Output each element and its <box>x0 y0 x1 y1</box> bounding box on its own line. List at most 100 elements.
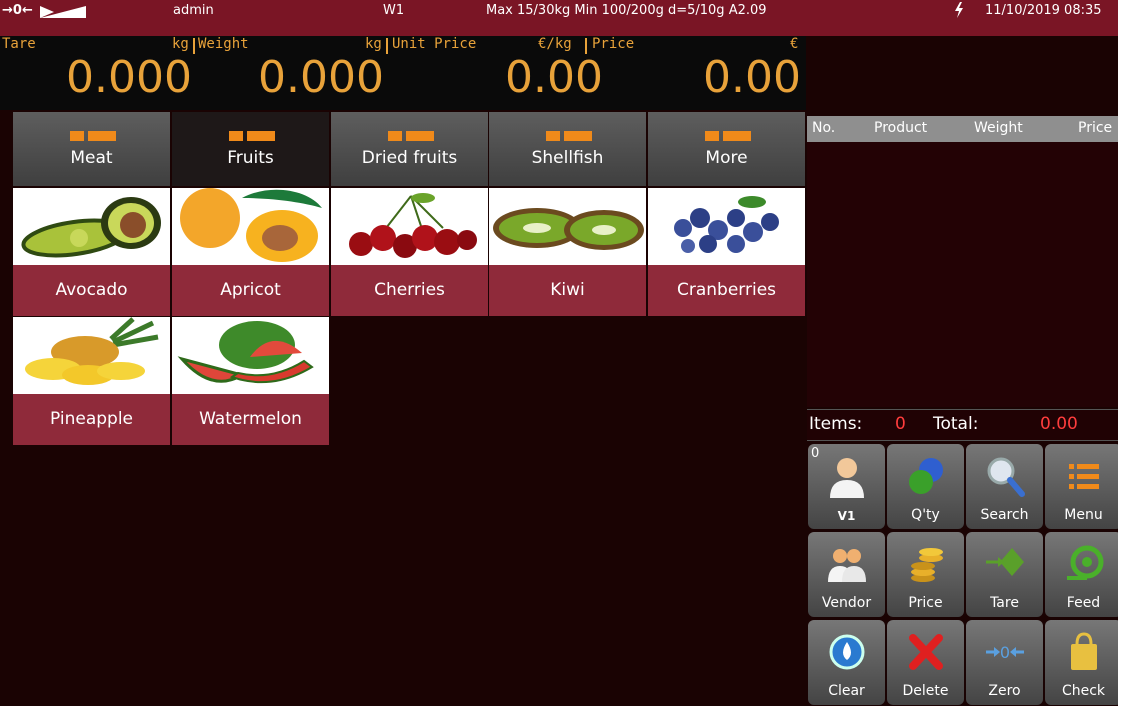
column-header: Price <box>1078 120 1113 136</box>
category-bars-icon <box>229 131 275 141</box>
weight-value: 0.000 <box>258 52 384 103</box>
category-label: Fruits <box>227 148 274 168</box>
category-bars-icon <box>388 131 434 141</box>
category-bars-icon <box>70 131 116 141</box>
stable-indicator-icon <box>40 6 86 18</box>
product-name: Kiwi <box>489 265 646 316</box>
items-count: 0 <box>895 414 906 434</box>
status-bar: →0← admin W1 Max 15/30kg Min 100/200g d=… <box>0 0 1121 36</box>
menu-button[interactable]: Menu <box>1045 444 1121 529</box>
clear-button[interactable]: Clear <box>808 620 885 705</box>
user-name: admin <box>173 3 214 18</box>
category-label: Shellfish <box>531 148 604 168</box>
vendor-v1-button[interactable]: 0 V1 <box>808 444 885 529</box>
product-tile-cranberries[interactable]: Cranberries <box>648 188 805 316</box>
product-tile-avocado[interactable]: Avocado <box>13 188 170 316</box>
category-bars-icon <box>705 131 751 141</box>
product-name: Apricot <box>172 265 329 316</box>
avocado-image <box>13 188 170 265</box>
category-tab-meat[interactable]: Meat <box>13 112 170 186</box>
unit-price-label: Unit Price <box>392 36 477 52</box>
order-table-header: No. Product Weight Price <box>807 116 1121 142</box>
quantity-button[interactable]: Q'ty <box>887 444 964 529</box>
key-label: Vendor <box>821 595 872 611</box>
coins-icon <box>911 548 943 582</box>
price-button[interactable]: Price <box>887 532 964 617</box>
column-header: Product <box>874 120 928 136</box>
unit-price-value: 0.00 <box>505 52 603 103</box>
key-label: Search <box>980 507 1029 523</box>
column-header: Weight <box>974 120 1023 136</box>
key-label: Zero <box>988 683 1021 699</box>
key-label: Menu <box>1064 507 1103 523</box>
tare-button[interactable]: Tare <box>966 532 1043 617</box>
vendor-button[interactable]: Vendor <box>808 532 885 617</box>
user-icon <box>830 458 864 498</box>
weight-label: Weight <box>198 36 249 52</box>
category-label: Meat <box>70 148 113 168</box>
category-tab-dried-fruits[interactable]: Dried fruits <box>331 112 488 186</box>
product-tile-pineapple[interactable]: Pineapple <box>13 317 170 445</box>
category-label: More <box>705 148 748 168</box>
product-tile-watermelon[interactable]: Watermelon <box>172 317 329 445</box>
watermelon-image <box>172 317 329 394</box>
quantity-icon <box>909 458 943 494</box>
product-tile-apricot[interactable]: Apricot <box>172 188 329 316</box>
product-name: Avocado <box>13 265 170 316</box>
cherries-image <box>331 188 488 265</box>
power-icon <box>955 2 963 18</box>
vendors-icon <box>828 549 866 582</box>
order-list[interactable] <box>807 142 1121 407</box>
feed-icon <box>1067 545 1104 580</box>
check-button[interactable]: Check <box>1045 620 1121 705</box>
vendor-badge: 0 <box>811 446 820 461</box>
zero-indicator: →0← <box>2 3 33 18</box>
category-tab-fruits[interactable]: Fruits <box>172 112 329 186</box>
product-name: Cranberries <box>648 265 805 316</box>
totals-bar: Items: 0 Total: 0.00 <box>807 409 1120 441</box>
key-label: Delete <box>902 683 949 699</box>
category-bars-icon <box>546 131 592 141</box>
category-tab-more[interactable]: More <box>648 112 805 186</box>
feed-button[interactable]: Feed <box>1045 532 1121 617</box>
key-label: Tare <box>990 595 1019 611</box>
key-label: Feed <box>1066 595 1101 611</box>
menu-icon <box>1069 464 1099 489</box>
kiwi-image <box>489 188 646 265</box>
delete-button[interactable]: Delete <box>887 620 964 705</box>
date-time: 11/10/2019 08:35 <box>985 3 1102 18</box>
product-name: Pineapple <box>13 394 170 445</box>
category-label: Dried fruits <box>361 148 458 168</box>
search-button[interactable]: Search <box>966 444 1043 529</box>
items-label: Items: <box>809 414 863 434</box>
pineapple-image <box>13 317 170 394</box>
search-icon <box>987 457 1025 497</box>
product-name: Watermelon <box>172 394 329 445</box>
weight-display: Tare kg Weight kg Unit Price €/kg Price … <box>0 36 806 110</box>
key-label: Price <box>908 595 943 611</box>
product-tile-kiwi[interactable]: Kiwi <box>489 188 646 316</box>
key-label: Q'ty <box>911 507 940 523</box>
total-label: Total: <box>933 414 979 434</box>
zero-icon: 0 <box>986 643 1024 662</box>
zero-button[interactable]: 0 Zero <box>966 620 1043 705</box>
category-tab-shellfish[interactable]: Shellfish <box>489 112 646 186</box>
product-name: Cherries <box>331 265 488 316</box>
column-header: No. <box>812 120 836 136</box>
total-value: 0.00 <box>1040 414 1078 434</box>
svg-text:0: 0 <box>1000 643 1010 662</box>
delete-icon <box>909 634 943 670</box>
price-value: 0.00 <box>703 52 801 103</box>
clear-icon <box>829 634 865 670</box>
tare-value: 0.000 <box>66 52 192 103</box>
cranberries-image <box>648 188 805 265</box>
scale-id: W1 <box>383 3 405 18</box>
scale-spec: Max 15/30kg Min 100/200g d=5/10g A2.09 <box>486 3 767 18</box>
key-label: Clear <box>828 683 865 699</box>
tare-icon <box>986 548 1024 576</box>
apricot-image <box>172 188 329 265</box>
key-label: Check <box>1061 683 1106 699</box>
product-tile-cherries[interactable]: Cherries <box>331 188 488 316</box>
shopping-bag-icon <box>1071 632 1097 670</box>
key-label: V1 <box>837 509 856 523</box>
